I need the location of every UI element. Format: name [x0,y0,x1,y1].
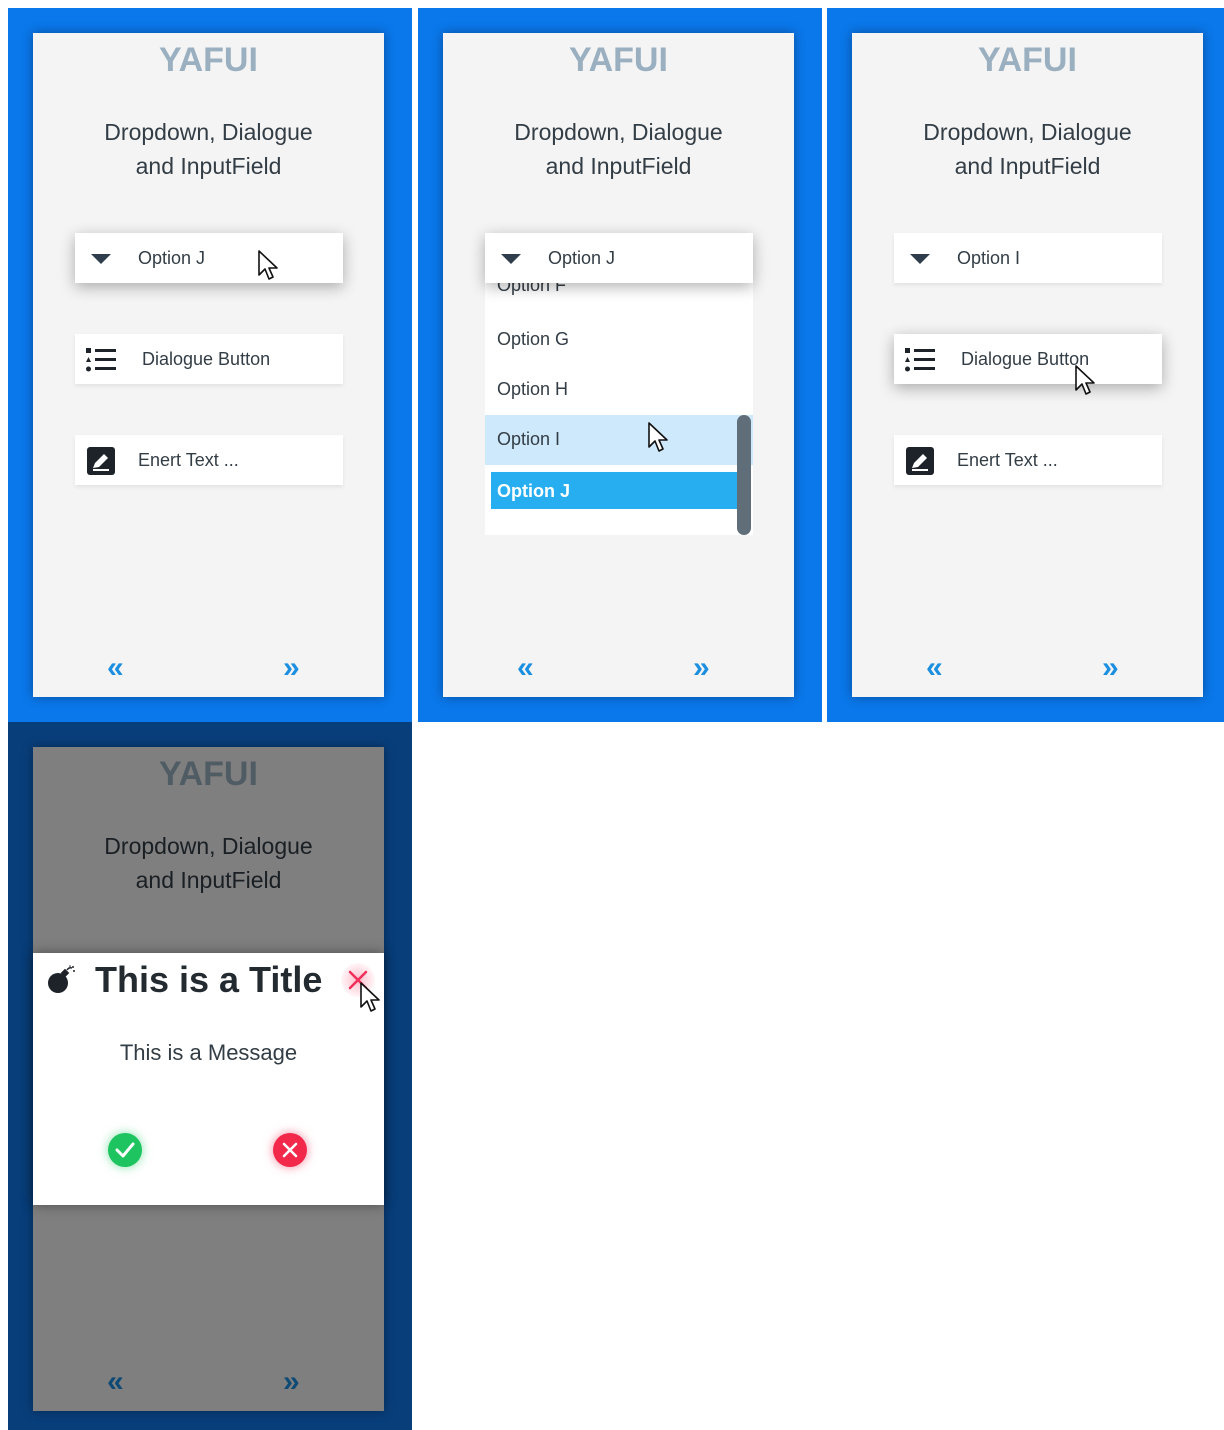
subtitle-line-2: and InputField [545,153,692,179]
frame-4: YAFUI Dropdown, Dialogue and InputField … [8,722,412,1430]
app-screen: YAFUI Dropdown, Dialogue and InputField … [443,33,794,697]
dropdown-option-selected[interactable]: Option J [491,472,737,509]
dropdown[interactable]: Option J [485,233,753,283]
mouse-cursor-icon [1075,365,1095,395]
page-subtitle: Dropdown, Dialogue and InputField [443,115,794,183]
mouse-cursor-icon [360,982,380,1012]
page-subtitle: Dropdown, Dialogue and InputField [33,115,384,183]
dropdown-value: Option I [957,248,1021,268]
frame-1: YAFUI Dropdown, Dialogue and InputField … [8,8,412,722]
dialog-message: This is a Message [119,1040,298,1065]
subtitle-line-1: Dropdown, Dialogue [104,119,313,145]
subtitle-line-2: and InputField [135,153,282,179]
text-input[interactable]: Enert Text ... [75,435,343,485]
app-title: YAFUI [569,41,668,79]
list-icon [86,348,116,372]
cancel-button[interactable] [273,1133,307,1167]
app-title: YAFUI [978,41,1077,79]
page-subtitle: Dropdown, Dialogue and InputField [852,115,1203,183]
double-chevron-left-icon[interactable]: « [517,653,534,683]
app-screen: YAFUI Dropdown, Dialogue and InputField … [852,33,1203,697]
dropdown-option-hovered[interactable]: Option I [485,415,753,465]
caret-down-icon [501,254,521,264]
subtitle-line-2: and InputField [954,153,1101,179]
caret-down-icon [910,254,930,264]
subtitle-line-1: Dropdown, Dialogue [514,119,723,145]
double-chevron-left-icon[interactable]: « [107,653,124,683]
dropdown-option[interactable]: Option F [485,283,753,311]
dropdown-value: Option J [138,248,206,268]
input-placeholder: Enert Text ... [138,450,239,470]
dropdown-list[interactable]: Option F Option G Option H Option I Opti… [485,283,753,535]
dropdown[interactable]: Option I [894,233,1162,283]
double-chevron-right-icon[interactable]: » [693,653,710,683]
dropdown-option[interactable]: Option G [485,315,753,365]
dialogue-button[interactable]: Dialogue Button [894,334,1162,395]
scrollbar[interactable] [737,415,751,535]
dropdown[interactable]: Option J [75,233,343,283]
mouse-cursor-icon [258,250,278,280]
frame-3: YAFUI Dropdown, Dialogue and InputField … [827,8,1224,722]
mouse-cursor-icon [648,422,668,452]
dialogue-button-label: Dialogue Button [961,349,1090,369]
dropdown-value: Option J [548,248,616,268]
confirm-button[interactable] [108,1133,142,1167]
caret-down-icon [91,254,111,264]
app-screen: YAFUI Dropdown, Dialogue and InputField … [33,747,384,1411]
input-placeholder: Enert Text ... [957,450,1058,470]
subtitle-line-1: Dropdown, Dialogue [923,119,1132,145]
double-chevron-right-icon[interactable]: » [1102,653,1119,683]
edit-icon [906,447,934,475]
check-circle-icon [115,1142,135,1158]
edit-icon [87,447,115,475]
app-title: YAFUI [159,41,258,79]
dialogue-button[interactable]: Dialogue Button [75,334,343,384]
dialogue-button-label: Dialogue Button [142,349,271,369]
double-chevron-right-icon[interactable]: » [283,653,300,683]
dropdown-option[interactable]: Option H [485,365,753,415]
list-icon [905,348,935,372]
bomb-icon [48,965,75,993]
dialog: This is a Title This is a Message [33,953,384,1205]
dialog-title: This is a Title [95,959,323,1000]
frame-2: YAFUI Dropdown, Dialogue and InputField … [418,8,822,722]
text-input[interactable]: Enert Text ... [894,435,1162,485]
double-chevron-left-icon[interactable]: « [926,653,943,683]
x-circle-icon [282,1142,298,1158]
app-screen: YAFUI Dropdown, Dialogue and InputField … [33,33,384,697]
